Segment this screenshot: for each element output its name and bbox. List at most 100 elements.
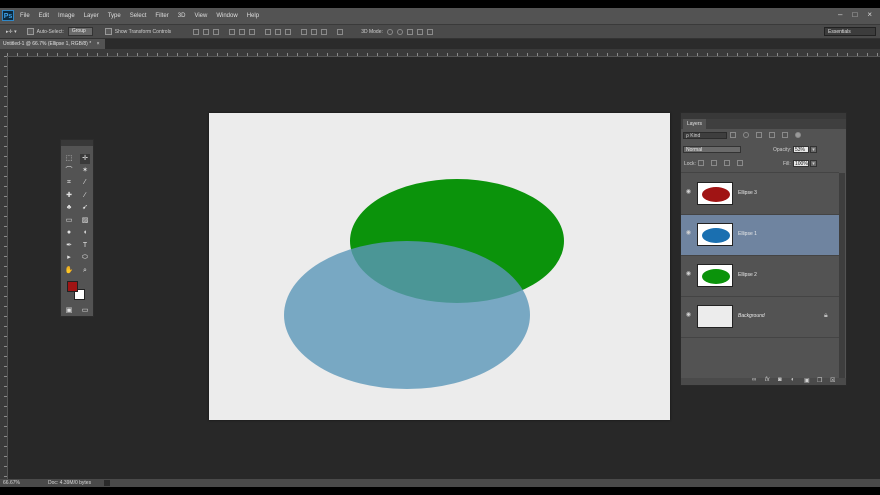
menu-type[interactable]: Type [108,13,121,19]
eraser-tool-icon[interactable]: ▭ [64,216,74,226]
foreground-color-swatch[interactable] [67,281,78,292]
layers-scrollbar[interactable] [839,173,845,378]
lock-position-icon[interactable] [724,160,730,166]
minimize-button[interactable]: – [838,11,842,19]
type-tool-icon[interactable]: T [80,241,90,251]
trash-icon[interactable]: ☒ [830,377,835,384]
ellipse-1-shape[interactable] [284,241,530,389]
align-left-icon[interactable] [229,28,236,35]
distribute-top-icon[interactable] [265,28,272,35]
fx-icon[interactable]: fx [765,377,770,383]
layer-name[interactable]: Ellipse 1 [738,231,757,237]
auto-align-icon[interactable] [337,28,344,35]
healing-brush-tool-icon[interactable]: ✚ [64,191,74,201]
status-menu-arrow[interactable] [104,480,110,486]
document-tab[interactable]: Untitled-1 @ 66.7% (Ellipse 1, RGB/8) * … [0,39,106,49]
tools-panel-header[interactable] [61,140,93,146]
menu-help[interactable]: Help [247,13,259,19]
layers-tab[interactable]: Layers [683,119,707,129]
opacity-slider-toggle[interactable]: ▾ [810,146,817,153]
lock-image-icon[interactable] [711,160,717,166]
kind-filter-dropdown[interactable]: ρ Kind [683,132,727,139]
align-hcenter-icon[interactable] [239,28,246,35]
menu-file[interactable]: File [20,13,30,19]
filter-shape-icon[interactable] [769,132,775,138]
quick-mask-icon[interactable]: ▣ [64,306,74,316]
hand-tool-icon[interactable]: ✋ [64,266,74,276]
brush-tool-icon[interactable]: ∕ [80,191,90,201]
zoom-tool-icon[interactable]: ⌕ [80,266,90,276]
fill-slider-toggle[interactable]: ▾ [810,160,817,167]
auto-select-checkbox[interactable] [26,28,37,35]
marquee-tool-icon[interactable]: ⬚ [64,154,74,164]
menu-select[interactable]: Select [130,13,147,19]
lock-all-icon[interactable] [737,160,743,166]
filter-adjustment-icon[interactable] [743,132,749,138]
align-top-icon[interactable] [193,28,200,35]
path-selection-tool-icon[interactable]: ▸ [64,253,74,263]
layer-name[interactable]: Background [738,313,765,319]
layer-visibility-eye-icon[interactable]: ◉ [685,189,692,195]
zoom-level[interactable]: 66.67% [3,479,20,487]
layer-visibility-eye-icon[interactable]: ◉ [685,271,692,277]
menu-3d[interactable]: 3D [178,13,186,19]
3d-rotate-icon[interactable] [386,28,393,35]
group-icon[interactable]: ▣ [804,377,810,384]
fill-input[interactable]: 100% [793,160,809,167]
distribute-vcenter-icon[interactable] [275,28,282,35]
3d-slide-icon[interactable] [416,28,423,35]
layer-row-ellipse-3[interactable]: ◉ Ellipse 3 [681,174,839,214]
magic-wand-tool-icon[interactable]: ✶ [80,166,90,176]
layer-name[interactable]: Ellipse 2 [738,272,757,278]
layer-visibility-eye-icon[interactable]: ◉ [685,312,692,318]
align-right-icon[interactable] [249,28,256,35]
ruler-origin[interactable] [0,49,7,56]
lock-transparent-icon[interactable] [698,160,704,166]
ruler-horizontal[interactable] [7,49,880,57]
blur-tool-icon[interactable]: ● [64,228,74,238]
move-tool-preset-icon[interactable]: ▸✛ ▾ [6,29,17,35]
lasso-tool-icon[interactable]: ⌒ [64,166,74,176]
blend-mode-dropdown[interactable]: Normal [683,146,741,153]
crop-tool-icon[interactable]: ⌗ [64,178,74,188]
adjustment-icon[interactable]: ◐ [791,377,795,383]
screen-mode-icon[interactable]: ▭ [80,306,90,316]
menu-image[interactable]: Image [58,13,75,19]
eyedropper-tool-icon[interactable]: ⁄ [80,178,90,188]
gradient-tool-icon[interactable]: ▨ [80,216,90,226]
document-canvas[interactable] [209,113,670,420]
menu-layer[interactable]: Layer [84,13,99,19]
filter-pixel-icon[interactable] [730,132,736,138]
distribute-hcenter-icon[interactable] [311,28,318,35]
3d-roll-icon[interactable] [396,28,403,35]
layer-name[interactable]: Ellipse 3 [738,190,757,196]
filter-toggle-icon[interactable] [795,132,801,138]
pen-tool-icon[interactable]: ✒ [64,241,74,251]
layer-row-ellipse-2[interactable]: ◉ Ellipse 2 [681,256,839,296]
document-tab-close-icon[interactable]: × [97,41,100,47]
restore-button[interactable]: □ [852,11,857,19]
menu-view[interactable]: View [194,13,207,19]
filter-smartobject-icon[interactable] [782,132,788,138]
layer-row-background[interactable]: ◉ Background 🔒︎ [681,297,839,337]
layer-visibility-eye-icon[interactable]: ◉ [685,230,692,236]
mask-icon[interactable]: ◙ [778,377,782,383]
link-icon[interactable]: ∞ [752,377,756,383]
3d-scale-icon[interactable] [426,28,433,35]
ellipse-tool-icon[interactable]: ⬭ [80,253,90,263]
ruler-vertical[interactable] [0,56,8,479]
distribute-left-icon[interactable] [301,28,308,35]
distribute-bottom-icon[interactable] [285,28,292,35]
workspace-dropdown[interactable]: Essentials [824,27,876,36]
distribute-right-icon[interactable] [321,28,328,35]
auto-select-dropdown[interactable]: Group [67,27,93,36]
layer-row-ellipse-1[interactable]: ◉ Ellipse 1 [681,215,839,255]
dodge-tool-icon[interactable]: ◖ [80,228,90,238]
align-bottom-icon[interactable] [213,28,220,35]
menu-window[interactable]: Window [216,13,237,19]
clone-stamp-tool-icon[interactable]: ♣ [64,203,74,213]
menu-filter[interactable]: Filter [155,13,168,19]
move-tool-icon[interactable]: ✛ [80,154,90,164]
close-button[interactable]: × [867,11,872,19]
new-layer-icon[interactable]: ❐ [817,377,822,384]
